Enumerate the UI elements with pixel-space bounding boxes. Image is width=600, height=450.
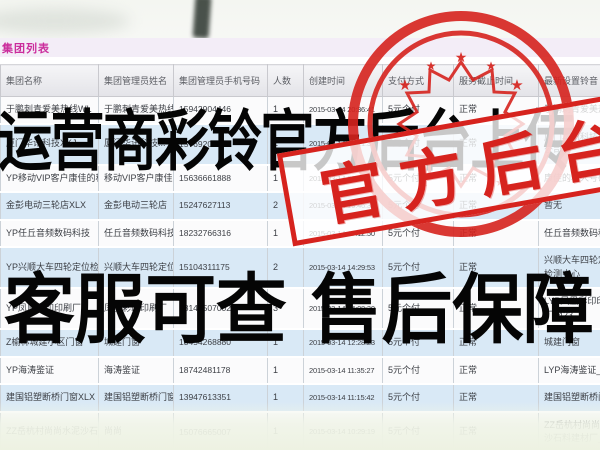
star-icon: ★	[510, 77, 523, 94]
cell-admin-phone: 18742481178	[174, 357, 268, 385]
cell-group-name: 金彭电动三轮店XLX	[1, 192, 99, 220]
star-icon: ★	[426, 59, 437, 73]
bottom-photo-fade	[0, 402, 600, 450]
watermark-line2-left: 客服可查	[4, 265, 287, 354]
page-title: 集团列表	[2, 40, 50, 56]
background-dark-object	[193, 0, 212, 39]
cell-admin-name: 任丘音频数码科技	[99, 220, 174, 248]
cell-admin-phone: 15247627113	[174, 192, 268, 220]
cell-admin-name: 海涛鉴证	[99, 357, 174, 385]
cell-service-status: 正常	[454, 357, 539, 385]
watermark-line2-right: 售后保障	[311, 265, 594, 354]
cell-group-name: YP任丘音频数码科技	[1, 220, 99, 248]
star-icon: ★	[486, 59, 497, 73]
star-icon: ★	[455, 49, 468, 65]
watermark-line2: 客服可查售后保障	[4, 248, 594, 358]
screenshot-root: 集团列表 集团名称 集团管理员姓名 集团管理员手机号码 人数 创建时间 支付方式	[0, 0, 600, 450]
cell-latest-ringtone: LYP海涛鉴证_425	[539, 357, 600, 385]
cell-created-time: 2015-03-14 11:35:27	[304, 357, 383, 385]
cell-pay-method: 5元个付	[383, 357, 454, 385]
cell-admin-phone: 18232766316	[174, 220, 268, 248]
table-row: YP海涛鉴证 海涛鉴证 18742481178 1 2015-03-14 11:…	[1, 357, 600, 385]
cell-member-count: 1	[268, 357, 304, 385]
background-blur-blob	[0, 8, 130, 34]
star-icon: ★	[398, 77, 411, 94]
cell-group-name: YP海涛鉴证	[1, 357, 99, 385]
cell-admin-name: 金彭电动三轮店	[99, 192, 174, 220]
